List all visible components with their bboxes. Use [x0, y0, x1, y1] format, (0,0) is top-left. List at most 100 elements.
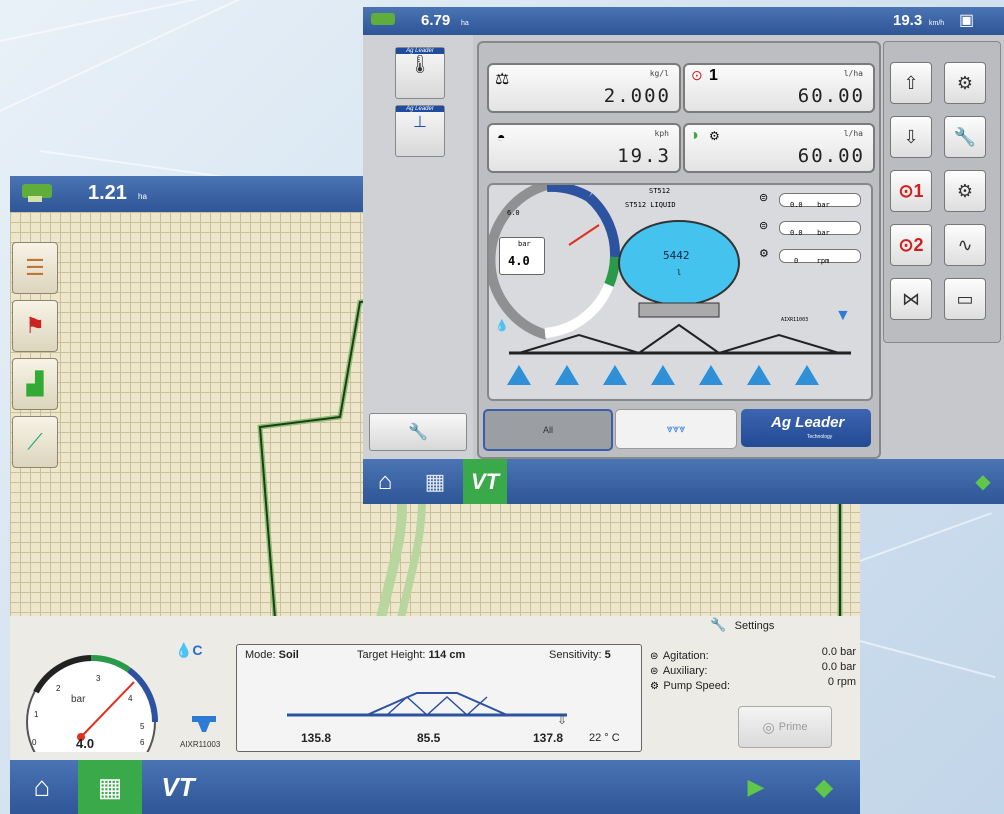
- agitation-icon: ⊜: [759, 192, 769, 204]
- rate-panel: ⊙ 1 l/ha 60.00: [683, 63, 875, 113]
- gauge-unit: bar: [71, 694, 86, 705]
- boom-icon: ⩔⩔⩔: [666, 422, 686, 435]
- mini-pressure-readout: bar 4.0: [499, 237, 545, 275]
- density-panel: ⚖ kg/l 2.000: [487, 63, 681, 113]
- target-rate-panel: ◑ ⚙ l/ha 60.00: [683, 123, 875, 173]
- front-nav-bar: ⌂ ▦ VT ◆: [363, 459, 1004, 504]
- grid-icon: ▦: [424, 468, 446, 494]
- layers-button[interactable]: ◆: [963, 459, 1003, 504]
- increase-rate-button[interactable]: ⇧: [890, 62, 932, 104]
- area-value: 1.21: [88, 182, 127, 204]
- toolbox-button[interactable]: ▭: [944, 278, 986, 320]
- speed-value: 19.3: [893, 12, 923, 29]
- product-1-icon: ⊙: [691, 67, 703, 83]
- brand-sublabel: Technology: [807, 434, 833, 440]
- vt-button[interactable]: VT: [146, 760, 210, 814]
- valve-button[interactable]: ⋈: [890, 278, 932, 320]
- gauge-tick: 0: [32, 738, 37, 747]
- reading-value: 0: [794, 257, 799, 265]
- implement-button[interactable]: ▶: [726, 760, 786, 814]
- sprayer-icon: ⊥: [413, 114, 427, 131]
- vt-button[interactable]: VT: [463, 459, 507, 504]
- area-unit: ha: [138, 192, 147, 201]
- gauge-tick: 5: [140, 722, 145, 731]
- nozzle-icon: ▼: [835, 307, 851, 324]
- calibrate-icon: ⚙: [956, 72, 974, 93]
- gear-icon: ⚙: [709, 129, 720, 143]
- reading-field: 0.0 bar: [779, 221, 861, 237]
- prime-button[interactable]: ◎ Prime: [738, 706, 832, 748]
- flag-tab[interactable]: ⚑: [12, 300, 58, 352]
- section-tab-all[interactable]: All: [483, 409, 613, 451]
- brand-label: Ag Leader: [771, 414, 845, 431]
- pump-icon: ⚙: [650, 681, 659, 692]
- section-tab-sprayer[interactable]: ⩔⩔⩔: [615, 409, 737, 449]
- map-button[interactable]: ▦: [78, 760, 142, 814]
- tank-title: ST512: [649, 187, 671, 195]
- mini-gauge-high: 6.0: [507, 209, 520, 217]
- tab-product[interactable]: Ag Leader 🌡: [395, 47, 445, 99]
- reading-unit: rpm: [816, 257, 830, 265]
- right-button-grid: ⇧ ⚙ ⇩ 🔧 ⊙1 ⚙ ⊙2 ∿ ⋈ ▭: [883, 41, 1001, 343]
- front-content: Ag Leader 🌡 Ag Leader ⊥ 🔧 ⚖ kg/l 2.000 ⊙…: [363, 35, 1004, 459]
- auxiliary-icon: ⊜: [759, 220, 769, 232]
- target-height-value: 114 cm: [428, 649, 466, 661]
- tank-subtitle: ST512 LIQUID: [625, 201, 676, 209]
- prime-label: Prime: [778, 721, 808, 733]
- center-height: 85.5: [417, 731, 441, 745]
- gauge-tick: 4: [128, 694, 133, 703]
- front-display: 6.79 ha 19.3 km/h ▣ Ag Leader 🌡 Ag Leade…: [363, 7, 1004, 504]
- mode-value: Soil: [278, 649, 299, 661]
- settings-wrench-button[interactable]: 🔧: [369, 413, 467, 451]
- left-tab-strip: Ag Leader 🌡 Ag Leader ⊥ 🔧: [363, 35, 473, 459]
- calibrate-button[interactable]: ⚙: [944, 62, 986, 104]
- home-button[interactable]: ⌂: [363, 459, 407, 504]
- panel-unit: kph: [654, 129, 669, 138]
- guidance-icon: ⟋: [27, 429, 43, 454]
- product-1-button[interactable]: ⊙1: [890, 170, 932, 212]
- decrease-rate-button[interactable]: ⇩: [890, 116, 932, 158]
- wrench-icon: 🔧: [408, 424, 428, 441]
- droplet-icon: 💧: [495, 320, 509, 332]
- grid-icon: ▦: [97, 771, 123, 802]
- reading-row: ⊜ Agitation: 0.0 bar: [650, 646, 856, 662]
- sprayer-diagram: ST512 ST512 LIQUID 5442 l 6.0 bar 4.0 💧 …: [487, 183, 873, 401]
- sensitivity-value: 5: [604, 649, 611, 661]
- screen-icon: ▣: [959, 12, 975, 29]
- product-2-button[interactable]: ⊙2: [890, 224, 932, 266]
- map-button[interactable]: ▦: [413, 459, 457, 504]
- chart-tab[interactable]: ▟: [12, 358, 58, 410]
- gauge-tick: 2: [56, 684, 61, 693]
- guidance-tab[interactable]: ⟋: [12, 416, 58, 468]
- settings-button[interactable]: 🔧 Settings: [710, 616, 810, 636]
- settings-button[interactable]: ⚙: [944, 170, 986, 212]
- reading-value: 0.0: [790, 229, 803, 237]
- tab-sprayer[interactable]: Ag Leader ⊥: [395, 105, 445, 157]
- diagnostics-button[interactable]: ∿: [944, 224, 986, 266]
- home-icon: ⌂: [377, 467, 393, 495]
- layers-icon: ◆: [975, 471, 991, 493]
- reading-field: 0.0 bar: [779, 193, 861, 209]
- layers-button[interactable]: ◆: [794, 760, 854, 814]
- home-icon: ⌂: [33, 771, 51, 802]
- nozzle-icon: [192, 716, 216, 736]
- right-height: 137.8: [533, 731, 564, 745]
- nozzle-label: AIXR11003: [180, 740, 221, 749]
- target-height-label: Target Height:: [357, 649, 426, 661]
- product-1-icon: ⊙1: [898, 180, 924, 201]
- settings-label: Settings: [734, 620, 775, 632]
- rate-badge: 1: [709, 67, 718, 84]
- pressure-gauge: bar 4.0 0 1 2 3 4 5 6: [16, 642, 166, 787]
- thermometer-icon: 🌡: [408, 54, 432, 74]
- wrench-button[interactable]: 🔧: [944, 116, 986, 158]
- mini-gauge-unit: bar: [518, 240, 531, 248]
- reading-value: 0.0: [790, 201, 803, 209]
- valve-icon: ⋈: [902, 288, 920, 309]
- panel-unit: l/ha: [843, 129, 863, 138]
- panel-value: 60.00: [797, 145, 865, 167]
- legend-tab[interactable]: ☰: [12, 242, 58, 294]
- home-button[interactable]: ⌂: [10, 760, 74, 814]
- boom-height-control[interactable]: Mode: Soil Target Height: 114 cm Sensiti…: [236, 644, 642, 752]
- sensitivity-label: Sensitivity:: [549, 649, 602, 661]
- layers-icon: ◆: [814, 773, 834, 801]
